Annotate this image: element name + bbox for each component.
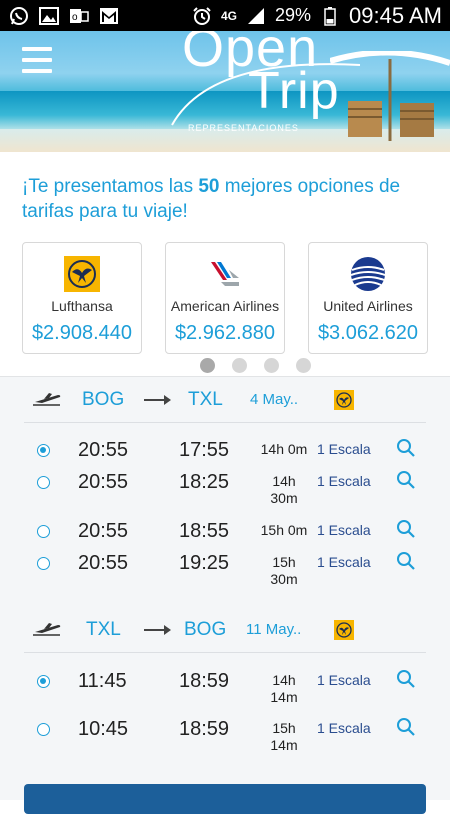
- flight-row[interactable]: 20:55 18:55 15h 0m 1 Escala: [24, 515, 426, 547]
- clock: 09:45 AM: [349, 2, 442, 28]
- stops-link[interactable]: 1 Escala: [317, 473, 371, 489]
- network-type: 4G: [221, 8, 238, 23]
- flight-duration: 15h 0m: [260, 522, 308, 538]
- stops-link[interactable]: 1 Escala: [317, 522, 371, 538]
- gmail-icon: [98, 5, 120, 27]
- flight-radio[interactable]: [37, 557, 50, 570]
- continue-button[interactable]: [24, 784, 426, 814]
- departure-time: 20:55: [78, 520, 129, 542]
- flight-row[interactable]: 20:55 19:25 15h 30m 1 Escala: [24, 547, 426, 587]
- stops-link[interactable]: 1 Escala: [317, 720, 371, 736]
- carousel-dot[interactable]: [296, 358, 311, 373]
- airline-card-american[interactable]: American Airlines $2.962.880: [165, 242, 285, 354]
- carousel-dot[interactable]: [232, 358, 247, 373]
- stops-link[interactable]: 1 Escala: [317, 554, 371, 570]
- svg-text:o: o: [72, 12, 78, 23]
- american-airlines-logo-icon: [211, 262, 239, 286]
- arrival-time: 18:55: [179, 520, 230, 542]
- airline-price: $3.062.620: [317, 322, 419, 344]
- flight-row[interactable]: 11:45 18:59 14h 14m 1 Escala: [24, 665, 426, 705]
- arrival-time: 19:25: [179, 552, 230, 574]
- carousel-dots: [200, 358, 311, 373]
- flight-row[interactable]: 20:55 17:55 14h 0m 1 Escala: [24, 434, 426, 466]
- departure-time: 10:45: [78, 718, 129, 740]
- search-icon[interactable]: [396, 717, 416, 737]
- status-bar: o 4G 29% 09:45 AM: [0, 0, 450, 31]
- flight-duration: 15h 14m: [270, 720, 298, 753]
- airline-name: United Airlines: [323, 298, 413, 314]
- hamburger-icon: [22, 47, 52, 51]
- departure-time: 20:55: [78, 471, 129, 493]
- takeoff-plane-icon: [33, 622, 61, 636]
- flight-duration: 14h 30m: [270, 473, 298, 506]
- flight-row[interactable]: 20:55 18:25 14h 30m 1 Escala: [24, 466, 426, 506]
- airline-price: $2.962.880: [174, 322, 276, 344]
- arrow-right-icon: [144, 394, 171, 405]
- carousel-dot[interactable]: [264, 358, 279, 373]
- return-date: 11 May..: [246, 621, 302, 638]
- search-icon[interactable]: [396, 519, 416, 539]
- airline-card-united[interactable]: United Airlines $3.062.620: [308, 242, 428, 354]
- takeoff-plane-icon: [33, 392, 61, 406]
- airline-cards: Lufthansa $2.908.440 American Airlines $…: [22, 242, 430, 354]
- inbound-route-header: TXL BOG 11 May..: [24, 607, 426, 653]
- alarm-icon: [191, 5, 213, 27]
- flight-duration: 14h 0m: [260, 441, 308, 457]
- origin-code: BOG: [82, 388, 125, 410]
- intro-text: ¡Te presentamos las 50 mejores opciones …: [22, 176, 401, 222]
- origin-code: TXL: [86, 618, 121, 640]
- gallery-icon: [38, 5, 60, 27]
- battery-icon: [319, 5, 341, 27]
- airline-name: Lufthansa: [51, 298, 113, 314]
- destination-code: BOG: [184, 618, 227, 640]
- arrival-time: 17:55: [179, 439, 230, 461]
- departure-time: 20:55: [78, 552, 129, 574]
- lufthansa-logo-icon: [64, 256, 100, 292]
- flight-row[interactable]: 10:45 18:59 15h 14m 1 Escala: [24, 713, 426, 753]
- logo-trip: Trip: [248, 62, 340, 120]
- departure-date: 4 May..: [250, 391, 299, 408]
- signal-icon: [245, 5, 267, 27]
- lufthansa-small-icon: [334, 389, 354, 410]
- flight-radio[interactable]: [37, 525, 50, 538]
- departure-time: 20:55: [78, 439, 129, 461]
- destination-code: TXL: [188, 388, 223, 410]
- battery-percent: 29%: [275, 5, 312, 25]
- flight-radio[interactable]: [37, 675, 50, 688]
- arrival-time: 18:59: [179, 718, 230, 740]
- arrival-time: 18:25: [179, 471, 230, 493]
- stops-link[interactable]: 1 Escala: [317, 672, 371, 688]
- flight-duration: 14h 14m: [270, 672, 298, 705]
- carousel-dot[interactable]: [200, 358, 215, 373]
- arrival-time: 18:59: [179, 670, 230, 692]
- stops-link[interactable]: 1 Escala: [317, 441, 371, 457]
- departure-time: 11:45: [78, 670, 127, 692]
- whatsapp-icon: [8, 5, 30, 27]
- united-airlines-logo-icon: [350, 257, 386, 291]
- options-count: 50: [198, 176, 220, 197]
- outbound-route-header: BOG TXL 4 May..: [24, 377, 426, 423]
- airline-name: American Airlines: [170, 298, 280, 314]
- outlook-icon: o: [68, 5, 90, 27]
- arrow-right-icon: [144, 624, 171, 635]
- opentrip-logo: Open Trip REPRESENTACIONES: [170, 31, 410, 147]
- flight-radio[interactable]: [37, 723, 50, 736]
- logo-representaciones: REPRESENTACIONES: [188, 123, 299, 133]
- airline-card-lufthansa[interactable]: Lufthansa $2.908.440: [22, 242, 142, 354]
- menu-button[interactable]: [22, 47, 54, 75]
- airline-price: $2.908.440: [31, 322, 133, 344]
- header-banner: Open Trip REPRESENTACIONES: [0, 31, 450, 152]
- search-icon[interactable]: [396, 669, 416, 689]
- flight-duration: 15h 30m: [270, 554, 298, 587]
- flight-radio[interactable]: [37, 476, 50, 489]
- search-icon[interactable]: [396, 551, 416, 571]
- search-icon[interactable]: [396, 438, 416, 458]
- search-icon[interactable]: [396, 470, 416, 490]
- lufthansa-small-icon: [334, 619, 354, 640]
- flight-radio[interactable]: [37, 444, 50, 457]
